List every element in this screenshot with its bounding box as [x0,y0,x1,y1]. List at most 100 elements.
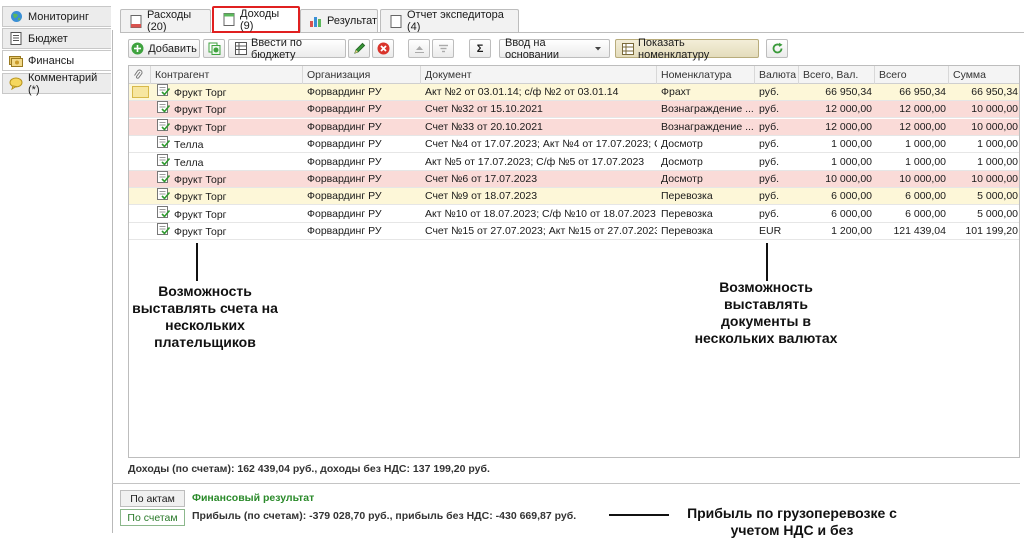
cell-contractor: Фрукт Торг [151,205,303,223]
column-header[interactable]: Документ [421,66,657,84]
add-button[interactable]: Добавить [128,39,200,58]
cell-contractor: Фрукт Торг [151,84,303,101]
table-row[interactable]: Фрукт Торг Форвардинг РУ Счет №33 от 20.10… [129,118,1019,136]
paperclip-icon [133,69,143,84]
cell-currency: руб. [759,207,780,220]
filter-button[interactable] [432,39,454,58]
table-row[interactable]: Фрукт Торг Форвардинг РУ Счет №9 от 18.07.… [129,188,1019,206]
table-row[interactable]: Фрукт Торг Форвардинг РУ Счет №15 от 27.07… [129,223,1019,241]
table-row[interactable]: Фрукт Торг Форвардинг РУ Акт №10 от 18.07.… [129,205,1019,223]
sidebar-item-comment[interactable]: Комментарий (*) [2,71,111,96]
posted-document-icon [157,153,171,171]
column-header[interactable]: Сумма [949,66,1019,84]
table-row[interactable]: Телла Форвардинг РУ Счет №4 от 17.07.2023;… [129,136,1019,154]
table-row[interactable]: Телла Форвардинг РУ Акт №5 от 17.07.2023; … [129,153,1019,171]
grid-icon [621,42,634,55]
cell-sum: 10 000,00 [971,103,1018,116]
cell-total: 6 000,00 [905,190,946,203]
financial-result-title: Финансовый результат [192,492,315,504]
show-nomenclature-button[interactable]: Показать номенклатуру [615,37,759,61]
cell-currency: EUR [759,225,782,238]
sidebar-item-finance[interactable]: Финансы [2,50,111,71]
table-row[interactable]: Фрукт Торг Форвардинг РУ Счет №6 от 17.07.… [129,171,1019,188]
cell-doc: Акт №10 от 18.07.2023; С/ф №10 от 18.07.… [425,207,656,220]
comment-icon [9,77,23,91]
cell-org: Форвардинг РУ [307,138,382,151]
column-header[interactable]: Номенклатура [657,66,755,84]
tab-label: Результат [327,15,378,27]
cell-sum: 5 000,00 [977,207,1018,220]
cell-contractor: Телла [151,153,303,171]
expense-doc-icon [129,14,142,28]
cell-text: Телла [174,156,204,169]
cell-doc: Счет №9 от 18.07.2023 [425,190,538,203]
cell-total: 12 000,00 [899,103,946,116]
document-icon [9,32,23,46]
sidebar-item-budget[interactable]: Бюджет [2,28,111,49]
cell-nomenclature: Досмотр [661,155,703,168]
cell-doc: Счет №4 от 17.07.2023; Акт №4 от 17.07.2… [425,138,657,151]
posted-document-icon [157,101,171,118]
tab-expenses[interactable]: Расходы (20) [120,9,211,33]
attachment-column-header[interactable] [129,66,151,84]
cell-total: 10 000,00 [899,173,946,185]
move-up-button[interactable] [408,39,430,58]
annotation-pointer-bottom [609,514,669,516]
report-doc-icon [389,14,402,28]
enter-by-budget-button[interactable]: Ввести по бюджету [228,37,346,61]
table-icon [234,42,247,55]
cell-doc: Счет №6 от 17.07.2023 [425,173,538,185]
by-acts-button[interactable]: По актам [120,490,185,507]
table-row[interactable]: Фрукт Торг Форвардинг РУ Акт №2 от 03.01.1… [129,84,1019,101]
column-header[interactable]: Всего [875,66,949,84]
column-header[interactable]: Контрагент [151,66,303,84]
move-up-icon [413,42,426,55]
cell-contractor: Фрукт Торг [151,188,303,205]
edit-button[interactable] [348,39,370,58]
cell-nomenclature: Перевозка [661,190,713,203]
cell-total: 1 000,00 [905,155,946,168]
cell-doc: Акт №2 от 03.01.14; с/ф №2 от 03.01.14 [425,86,619,98]
cell-contractor: Фрукт Торг [151,223,303,240]
posted-document-icon [157,223,171,240]
cell-org: Форвардинг РУ [307,207,382,220]
posted-document-icon [157,188,171,205]
delete-button[interactable] [372,39,394,58]
refresh-button[interactable] [766,39,788,58]
by-invoices-button[interactable]: По счетам [120,509,185,526]
cell-total-cur: 6 000,00 [831,207,872,220]
sidebar-item-label: Комментарий (*) [28,71,98,96]
table-row[interactable]: Фрукт Торг Форвардинг РУ Счет №32 от 15.10… [129,101,1019,119]
annotation-multiple-payers: Возможность выставлять счета на нескольк… [132,283,278,350]
cell-nomenclature: Перевозка [661,207,713,220]
filter-icon [437,42,450,55]
cell-sum: 5 000,00 [977,190,1018,203]
column-header[interactable]: Всего, Вал. [799,66,875,84]
tab-forwarder-report[interactable]: Отчет экспедитора (4) [380,9,519,33]
chevron-down-icon [591,42,604,55]
cell-nomenclature: Перевозка [661,225,713,238]
sum-button[interactable]: Σ [469,39,491,58]
sidebar-item-label: Мониторинг [28,10,90,23]
tab-income[interactable]: Доходы (9) [212,6,300,33]
sidebar-item-label: Финансы [28,54,75,67]
income-totals: Доходы (по счетам): 162 439,04 руб., дох… [128,463,490,475]
column-header[interactable]: Организация [303,66,421,84]
tab-label: Отчет экспедитора (4) [407,9,504,33]
tab-result[interactable]: Результат [300,9,378,32]
tab-label: Расходы (20) [147,9,192,33]
globe-icon [9,10,23,24]
plus-icon [131,42,144,55]
cell-currency: руб. [759,173,780,185]
column-header[interactable]: Валюта [755,66,799,84]
annotation-multiple-currencies: Возможность выставлять документы в неско… [694,279,838,346]
cell-currency: руб. [759,120,780,133]
sidebar: Мониторинг Бюджет Финансы Комментарий (*… [0,0,112,556]
sidebar-item-monitoring[interactable]: Мониторинг [2,6,111,27]
based-on-dropdown[interactable]: Ввод на основании [499,37,610,61]
delete-icon [377,42,390,55]
row-selection-marker [132,86,149,98]
copy-button[interactable] [203,39,225,58]
cell-text: Фрукт Торг [174,225,227,238]
cell-sum: 1 000,00 [977,138,1018,151]
